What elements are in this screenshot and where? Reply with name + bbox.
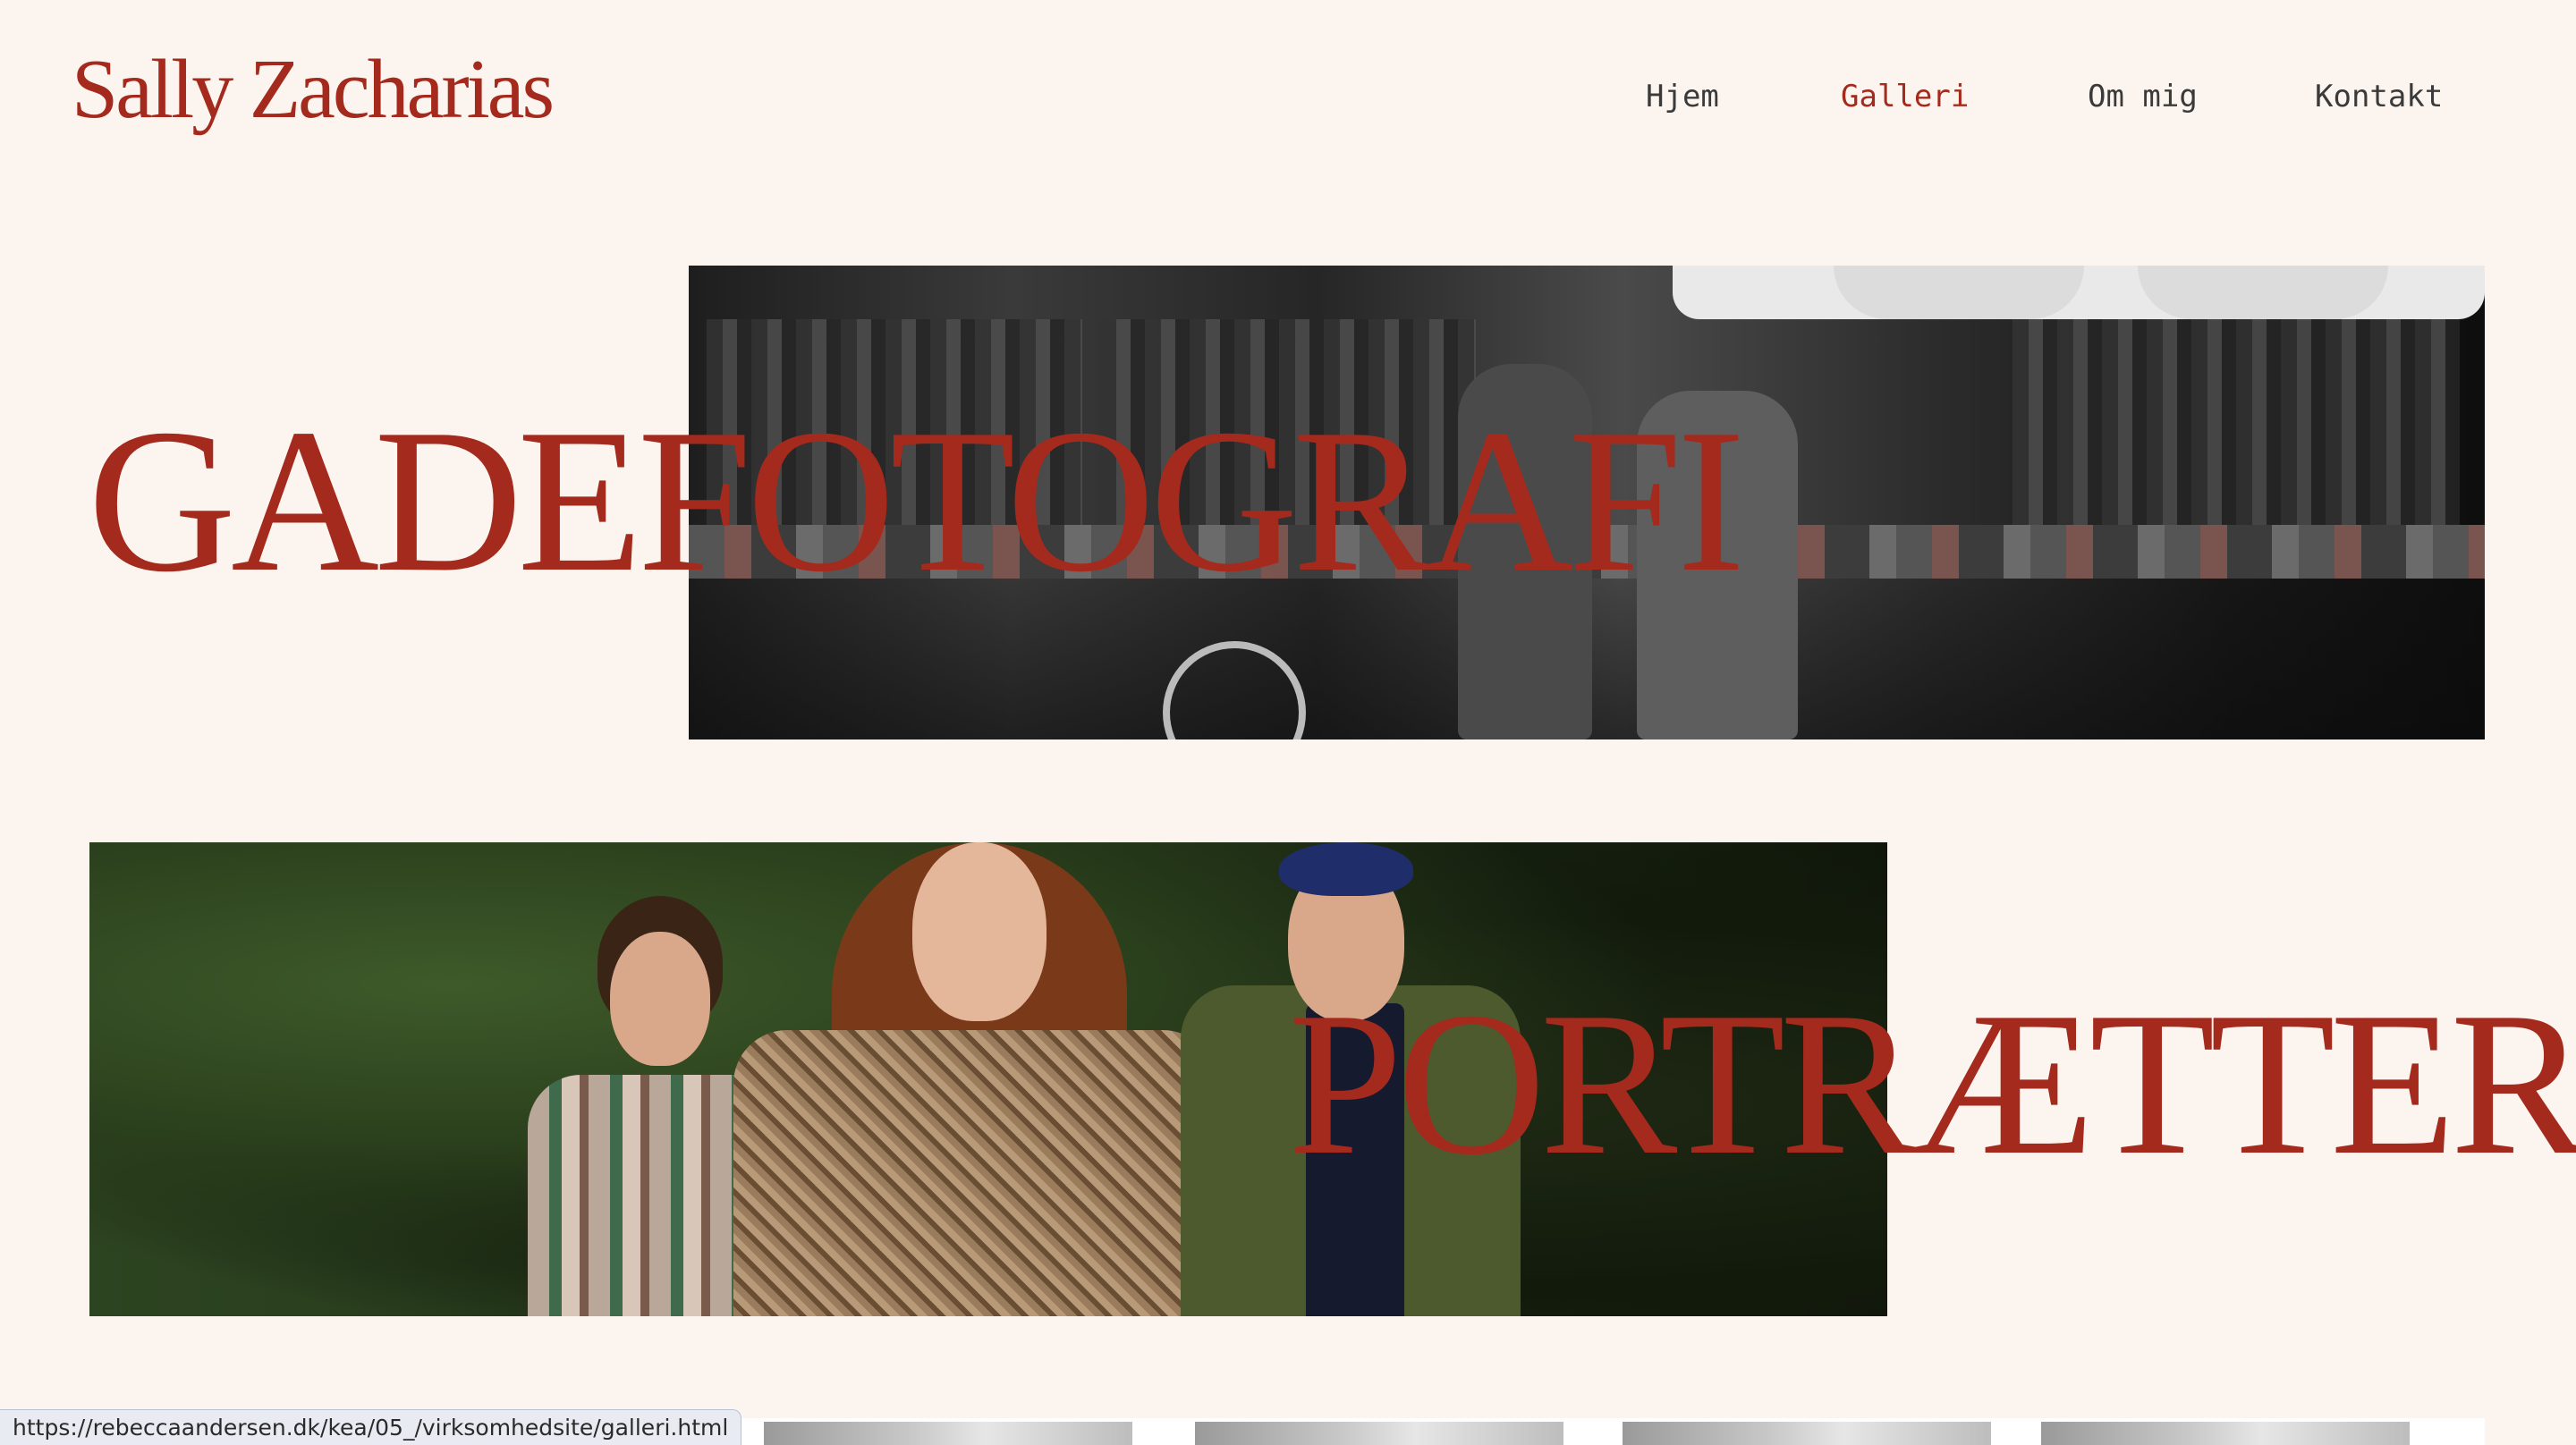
thumbnail-row xyxy=(689,1418,2485,1445)
site-logo[interactable]: Sally Zacharias xyxy=(72,36,555,143)
coat xyxy=(733,1030,1216,1316)
person-figure xyxy=(1458,364,1592,739)
thumbnail[interactable] xyxy=(1623,1422,1991,1445)
wheelchair-wheel xyxy=(1163,641,1306,739)
cap xyxy=(1279,842,1413,896)
market-awning xyxy=(1673,266,2485,319)
street-photo[interactable] xyxy=(689,266,2485,739)
face xyxy=(610,932,710,1066)
page: Sally Zacharias Hjem Galleri Om mig Kont… xyxy=(0,0,2576,1445)
thumbnail[interactable] xyxy=(2041,1422,2410,1445)
clothes-rack xyxy=(2012,319,2460,534)
link-status-bar: https://rebeccaandersen.dk/kea/05_/virks… xyxy=(0,1409,742,1445)
clothes-rack xyxy=(707,319,1082,534)
shirt xyxy=(1306,1003,1404,1316)
person-center xyxy=(733,842,1216,1316)
person-figure xyxy=(1637,391,1798,739)
nav-item-kontakt[interactable]: Kontakt xyxy=(2315,79,2443,114)
thumbnail[interactable] xyxy=(1195,1422,1563,1445)
nav-item-hjem[interactable]: Hjem xyxy=(1646,79,1719,114)
nav-item-om-mig[interactable]: Om mig xyxy=(2088,79,2198,114)
person-right xyxy=(1181,842,1538,1316)
face xyxy=(912,842,1046,1021)
clothes-rack xyxy=(1100,319,1476,534)
portrait-photo[interactable] xyxy=(89,842,1887,1316)
thumbnail[interactable] xyxy=(764,1422,1132,1445)
nav-item-galleri[interactable]: Galleri xyxy=(1841,79,1969,114)
